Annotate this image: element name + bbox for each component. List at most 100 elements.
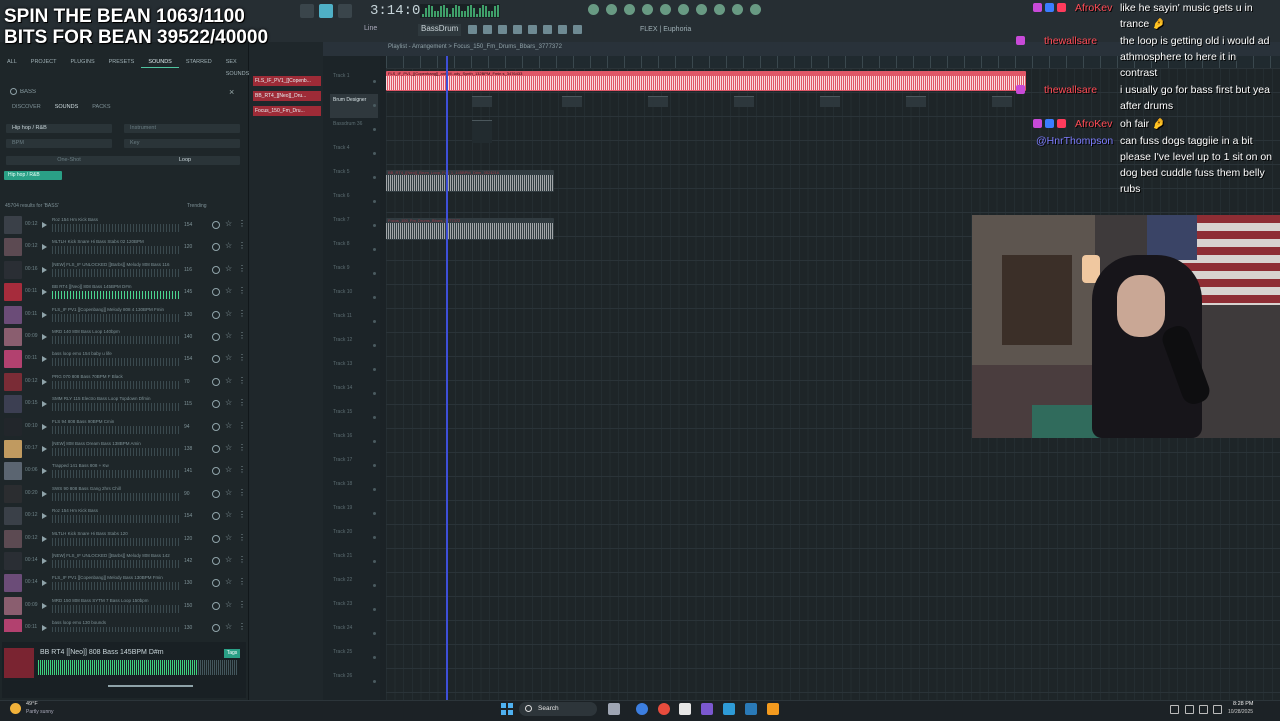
pattern-clip[interactable] — [734, 96, 754, 107]
genre-filter[interactable]: Hip hop / R&B — [6, 124, 112, 133]
weather-icon[interactable] — [10, 703, 21, 714]
sample-row[interactable]: 00:12 MLTLH Kick Snare Hi Bass Stabs 02 … — [2, 236, 246, 258]
sub-tab-packs[interactable]: PACKS — [92, 104, 110, 110]
sample-row[interactable]: 00:11 bass loop emo 154 baby u life 154 … — [2, 348, 246, 370]
sample-waveform[interactable] — [52, 425, 180, 434]
more-icon[interactable]: ⋮ — [238, 399, 246, 407]
sample-row[interactable]: 00:12 MLTLH Kick Snare Hi Bass Stabs 120… — [2, 528, 246, 550]
track-header[interactable]: Track 26 — [330, 670, 378, 694]
add-icon[interactable] — [212, 333, 220, 341]
more-icon[interactable]: ⋮ — [238, 444, 246, 452]
star-icon[interactable]: ☆ — [225, 309, 232, 318]
track-header[interactable]: Track 10 — [330, 286, 378, 310]
play-icon[interactable] — [42, 490, 47, 497]
add-icon[interactable] — [212, 534, 220, 543]
star-icon[interactable]: ☆ — [225, 488, 232, 497]
add-icon[interactable] — [212, 489, 220, 498]
track-header[interactable]: Track 24 — [330, 622, 378, 646]
playback-tool-icon[interactable] — [573, 25, 582, 34]
pattern-clip[interactable] — [472, 96, 492, 107]
more-icon[interactable]: ⋮ — [238, 623, 246, 631]
more-icon[interactable]: ⋮ — [238, 578, 246, 586]
star-icon[interactable]: ☆ — [225, 578, 232, 586]
play-icon[interactable] — [42, 289, 47, 296]
play-icon[interactable] — [42, 423, 47, 430]
notepad-icon[interactable] — [679, 703, 691, 715]
pattern-clip[interactable] — [820, 96, 840, 107]
pattern-item[interactable]: FLS_IF_PV1_[[Copenb... — [253, 76, 321, 86]
track-header[interactable]: Track 18 — [330, 478, 378, 502]
more-icon[interactable]: ⋮ — [238, 309, 246, 318]
help-icon[interactable] — [696, 4, 707, 15]
browser-search-input[interactable] — [8, 87, 244, 97]
network-icon[interactable] — [1185, 705, 1194, 714]
track-mute-led[interactable] — [373, 512, 376, 515]
add-icon[interactable] — [212, 579, 220, 588]
active-filter-chip[interactable]: Hip hop / R&B — [4, 171, 62, 180]
sample-row[interactable]: 00:15 SMM RLY 115 Electro Bass Loop Topd… — [2, 393, 246, 415]
play-icon[interactable] — [42, 513, 47, 520]
track-header[interactable]: Track 14 — [330, 382, 378, 406]
metronome-icon[interactable] — [588, 4, 599, 15]
play-icon[interactable] — [42, 356, 47, 363]
star-icon[interactable]: ☆ — [225, 511, 232, 519]
star-icon[interactable]: ☆ — [225, 354, 232, 362]
clock-time[interactable]: 8:28 PM — [1233, 701, 1253, 707]
sample-row[interactable]: 00:12 Roz 154 Hm Kick Bass 154 ☆ ⋮ — [2, 505, 246, 527]
plugin-picker-icon[interactable] — [678, 4, 689, 15]
pattern-song-toggle[interactable] — [300, 4, 314, 18]
add-icon[interactable] — [212, 512, 220, 521]
speaker-icon[interactable] — [1199, 705, 1208, 714]
add-icon[interactable] — [212, 557, 220, 565]
more-icon[interactable]: ⋮ — [238, 466, 246, 474]
sample-waveform[interactable] — [52, 224, 180, 232]
pattern-clip[interactable] — [992, 96, 1012, 107]
track-mute-led[interactable] — [373, 584, 376, 587]
more-icon[interactable]: ⋮ — [238, 220, 246, 228]
track-mute-led[interactable] — [373, 560, 376, 563]
add-icon[interactable] — [212, 221, 220, 229]
track-mute-led[interactable] — [373, 128, 376, 131]
sample-row[interactable]: 00:11 bass loop emo 130 bounds 130 ☆ ⋮ — [2, 617, 246, 632]
track-header[interactable]: Track 6 — [330, 190, 378, 214]
sample-waveform[interactable] — [52, 246, 180, 255]
track-mute-led[interactable] — [373, 176, 376, 179]
track-mute-led[interactable] — [373, 248, 376, 251]
track-header[interactable]: Track 5 — [330, 166, 378, 190]
track-mute-led[interactable] — [373, 320, 376, 323]
sample-waveform[interactable] — [52, 627, 180, 632]
track-header[interactable]: Track 11 — [330, 310, 378, 334]
more-icon[interactable]: ⋮ — [238, 488, 246, 497]
add-icon[interactable] — [212, 467, 220, 476]
more-icon[interactable]: ⋮ — [238, 332, 246, 340]
sample-row[interactable]: 00:06 Trapped 141 Bass 808 + Kw 141 ☆ ⋮ — [2, 460, 246, 482]
star-icon[interactable]: ☆ — [225, 466, 232, 474]
add-icon[interactable] — [212, 601, 220, 610]
file-explorer-icon[interactable] — [608, 703, 620, 715]
select-tool-icon[interactable] — [543, 25, 552, 34]
key-filter[interactable]: Key — [124, 139, 240, 148]
add-icon[interactable] — [212, 243, 220, 252]
track-mute-led[interactable] — [373, 368, 376, 371]
track-header[interactable]: Track 17 — [330, 454, 378, 478]
sample-row[interactable]: 00:12 PRG 070 808 Bass 70BPM F Black 70 … — [2, 371, 246, 393]
zoom-tool-icon[interactable] — [558, 25, 567, 34]
more-icon[interactable]: ⋮ — [238, 354, 246, 362]
bpm-filter[interactable]: BPM — [6, 139, 112, 148]
track-header[interactable]: Track 22 — [330, 574, 378, 598]
pattern-item[interactable]: BB_RT4_[[Neo]]_Dru... — [253, 91, 321, 101]
preview-waveform-remaining[interactable] — [198, 660, 238, 675]
battery-icon[interactable] — [1213, 705, 1222, 714]
star-icon[interactable]: ☆ — [225, 287, 232, 295]
sample-waveform[interactable] — [52, 268, 180, 277]
sample-waveform[interactable] — [52, 358, 180, 367]
track-header[interactable]: Track 15 — [330, 406, 378, 430]
sample-waveform[interactable] — [52, 291, 180, 300]
instrument-filter[interactable]: Instrument — [124, 124, 240, 133]
track-mute-led[interactable] — [373, 224, 376, 227]
add-icon[interactable] — [212, 288, 220, 297]
track-header[interactable]: Track 20 — [330, 526, 378, 550]
weather-desc[interactable]: Partly sunny — [26, 709, 54, 715]
sort-dropdown[interactable]: Trending — [187, 203, 207, 209]
play-icon[interactable] — [42, 468, 47, 475]
